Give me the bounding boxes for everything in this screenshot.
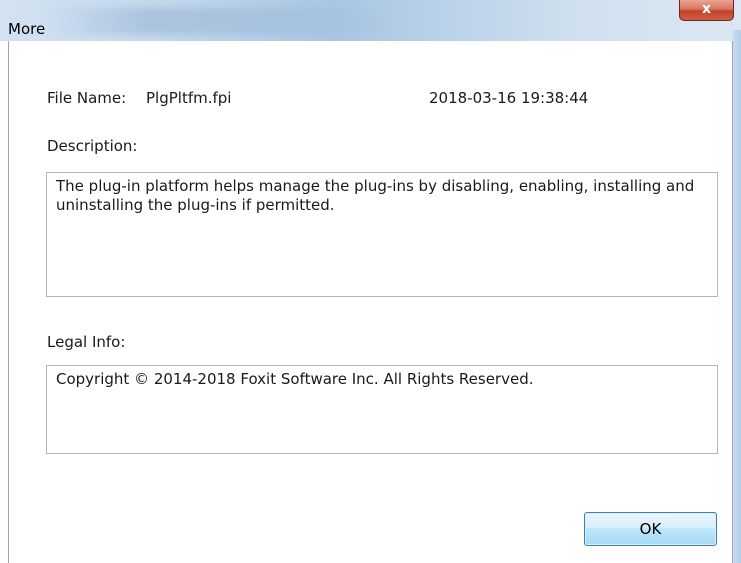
- dialog-body: File Name: PlgPltfm.fpi 2018-03-16 19:38…: [8, 41, 733, 563]
- file-name-value: PlgPltfm.fpi: [146, 89, 232, 107]
- more-dialog: More x File Name: PlgPltfm.fpi 2018-03-1…: [0, 0, 741, 563]
- description-label: Description:: [47, 137, 138, 155]
- description-textbox[interactable]: The plug-in platform helps manage the pl…: [46, 172, 718, 297]
- file-date-value: 2018-03-16 19:38:44: [429, 89, 589, 107]
- close-button[interactable]: x: [679, 0, 734, 21]
- title-bar-background: [50, 8, 390, 34]
- legal-info-label: Legal Info:: [47, 333, 126, 351]
- window-frame-right: [733, 30, 741, 563]
- legal-info-textbox[interactable]: Copyright © 2014-2018 Foxit Software Inc…: [46, 365, 718, 454]
- title-bar[interactable]: More x: [0, 0, 741, 41]
- dialog-title: More: [8, 20, 46, 38]
- ok-button[interactable]: OK: [584, 512, 717, 546]
- close-icon: x: [701, 1, 712, 17]
- file-name-label: File Name:: [47, 89, 127, 107]
